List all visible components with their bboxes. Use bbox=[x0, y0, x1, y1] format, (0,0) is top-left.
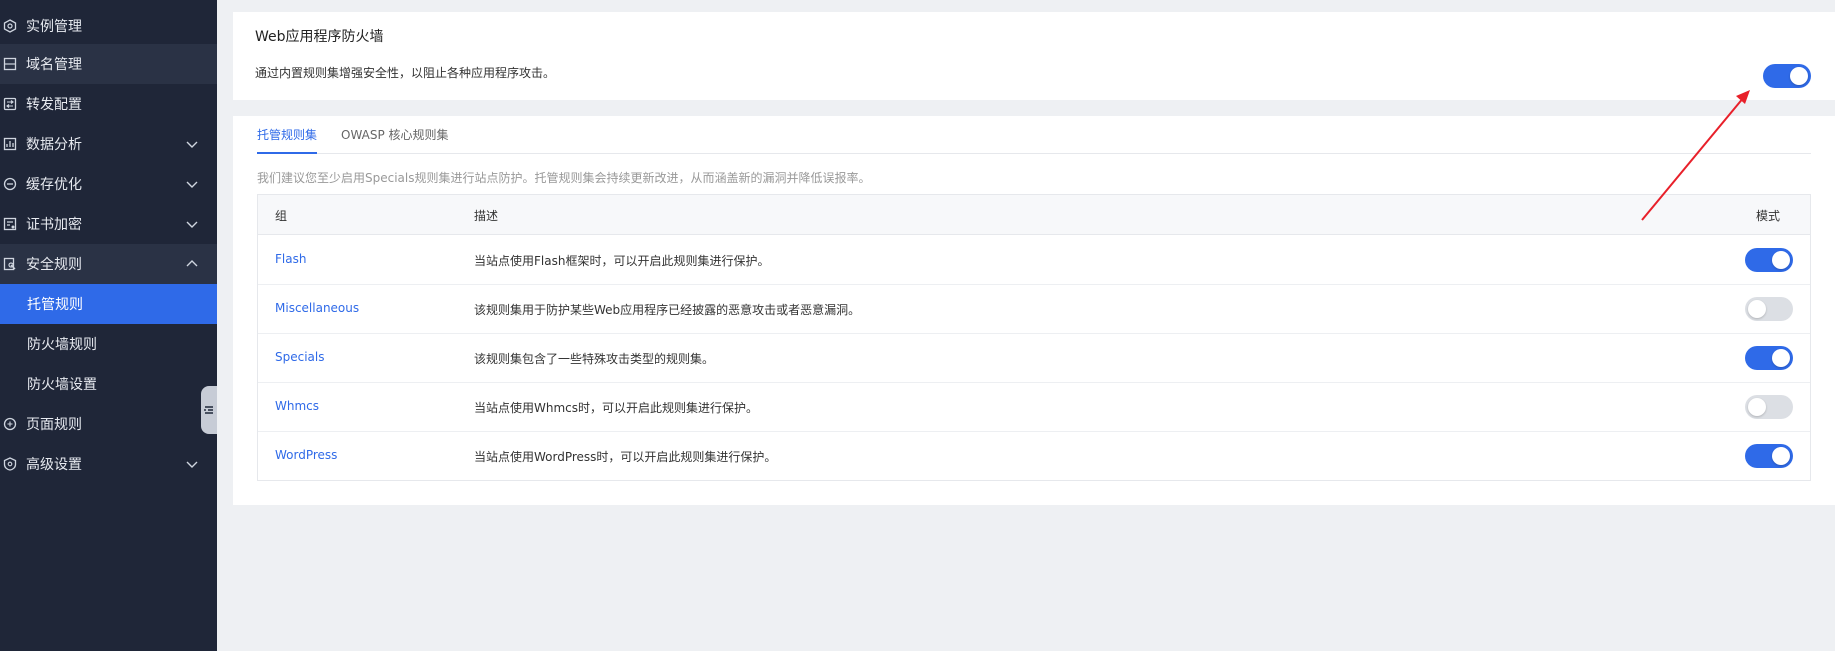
sidebar-item-label: 实例管理 bbox=[26, 19, 82, 35]
table-row: Miscellaneous 该规则集用于防护某些Web应用程序已经披露的恶意攻击… bbox=[258, 285, 1810, 334]
row-mode-toggle[interactable] bbox=[1745, 395, 1793, 419]
tab-managed-rulesets[interactable]: 托管规则集 bbox=[257, 126, 318, 154]
security-icon bbox=[3, 257, 17, 271]
sidebar-item-instance[interactable]: 实例管理 bbox=[0, 6, 217, 46]
sidebar-item-label: 数据分析 bbox=[26, 137, 82, 153]
sidebar-item-label: 防火墙设置 bbox=[27, 377, 97, 393]
column-header-mode: 模式 bbox=[1755, 209, 1780, 223]
forward-icon bbox=[3, 97, 17, 111]
chevron-down-icon bbox=[185, 177, 199, 191]
sidebar-item-label: 页面规则 bbox=[26, 417, 82, 433]
sidebar-item-advanced[interactable]: 高级设置 bbox=[0, 444, 217, 484]
row-mode-toggle[interactable] bbox=[1745, 248, 1793, 272]
row-description: 当站点使用Flash框架时，可以开启此规则集进行保护。 bbox=[474, 254, 770, 268]
sidebar-item-analytics[interactable]: 数据分析 bbox=[0, 124, 217, 164]
menu-fold-icon bbox=[203, 401, 215, 420]
toggle-knob bbox=[1790, 67, 1808, 85]
managed-rules-card: 托管规则集 OWASP 核心规则集 我们建议您至少启用Specials规则集进行… bbox=[233, 116, 1835, 505]
row-description: 当站点使用Whmcs时，可以开启此规则集进行保护。 bbox=[474, 401, 759, 415]
toggle-knob bbox=[1772, 349, 1790, 367]
ruleset-table: 组 描述 模式 Flash 当站点使用Flash框架时，可以开启此规则集进行保护… bbox=[257, 194, 1811, 481]
sidebar-subitem-firewall-rules[interactable]: 防火墙规则 bbox=[0, 324, 217, 364]
instance-icon bbox=[3, 19, 17, 33]
row-description: 该规则集用于防护某些Web应用程序已经披露的恶意攻击或者恶意漏洞。 bbox=[474, 303, 861, 317]
table-row: Whmcs 当站点使用Whmcs时，可以开启此规则集进行保护。 bbox=[258, 383, 1810, 432]
cache-icon bbox=[3, 177, 17, 191]
sidebar-item-label: 域名管理 bbox=[26, 57, 82, 73]
row-group-link[interactable]: Whmcs bbox=[275, 399, 319, 413]
sidebar-item-label: 安全规则 bbox=[26, 257, 82, 273]
tab-owasp-core-ruleset[interactable]: OWASP 核心规则集 bbox=[341, 126, 449, 154]
chevron-down-icon bbox=[185, 137, 199, 151]
toggle-knob bbox=[1748, 300, 1766, 318]
waf-toggle[interactable] bbox=[1763, 64, 1811, 88]
sidebar-item-cache[interactable]: 缓存优化 bbox=[0, 164, 217, 204]
sidebar-item-certificate[interactable]: 证书加密 bbox=[0, 204, 217, 244]
table-row: WordPress 当站点使用WordPress时，可以开启此规则集进行保护。 bbox=[258, 432, 1810, 481]
row-group-link[interactable]: Flash bbox=[275, 252, 306, 266]
row-group-link[interactable]: WordPress bbox=[275, 448, 337, 462]
sidebar-item-label: 托管规则 bbox=[27, 297, 83, 313]
table-row: Flash 当站点使用Flash框架时，可以开启此规则集进行保护。 bbox=[258, 236, 1810, 285]
toggle-knob bbox=[1772, 447, 1790, 465]
waf-title: Web应用程序防火墙 bbox=[255, 29, 384, 45]
toggle-knob bbox=[1748, 398, 1766, 416]
row-description: 当站点使用WordPress时，可以开启此规则集进行保护。 bbox=[474, 450, 777, 464]
advanced-icon bbox=[3, 457, 17, 471]
sidebar-item-forward[interactable]: 转发配置 bbox=[0, 84, 217, 124]
sidebar-subitem-firewall-settings[interactable]: 防火墙设置 bbox=[0, 364, 217, 404]
rule-tabs: 托管规则集 OWASP 核心规则集 bbox=[257, 116, 1811, 154]
domain-icon bbox=[3, 57, 17, 71]
table-header: 组 描述 模式 bbox=[258, 195, 1810, 235]
recommendation-hint: 我们建议您至少启用Specials规则集进行站点防护。托管规则集会持续更新改进，… bbox=[257, 171, 871, 185]
toggle-knob bbox=[1772, 251, 1790, 269]
row-group-link[interactable]: Miscellaneous bbox=[275, 301, 359, 315]
chevron-down-icon bbox=[185, 217, 199, 231]
sidebar: 实例管理 域名管理 转发配置 数据分析 缓存优化 证书加密 安全规则 托管规则 … bbox=[0, 0, 217, 651]
sidebar-item-page-rules[interactable]: 页面规则 bbox=[0, 404, 217, 444]
row-mode-toggle[interactable] bbox=[1745, 444, 1793, 468]
table-row: Specials 该规则集包含了一些特殊攻击类型的规则集。 bbox=[258, 334, 1810, 383]
column-header-description: 描述 bbox=[474, 209, 499, 223]
row-mode-toggle[interactable] bbox=[1745, 297, 1793, 321]
sidebar-item-security[interactable]: 安全规则 bbox=[0, 244, 217, 284]
sidebar-collapse-handle[interactable] bbox=[201, 386, 217, 434]
waf-description: 通过内置规则集增强安全性，以阻止各种应用程序攻击。 bbox=[255, 66, 556, 80]
chevron-up-icon bbox=[185, 257, 199, 271]
chart-icon bbox=[3, 137, 17, 151]
column-header-group: 组 bbox=[275, 209, 288, 223]
sidebar-item-label: 证书加密 bbox=[26, 217, 82, 233]
row-group-link[interactable]: Specials bbox=[275, 350, 325, 364]
row-mode-toggle[interactable] bbox=[1745, 346, 1793, 370]
sidebar-item-label: 缓存优化 bbox=[26, 177, 82, 193]
sidebar-subitem-managed-rules[interactable]: 托管规则 bbox=[0, 284, 217, 324]
waf-card: Web应用程序防火墙 通过内置规则集增强安全性，以阻止各种应用程序攻击。 bbox=[233, 12, 1835, 100]
sidebar-item-label: 高级设置 bbox=[26, 457, 82, 473]
sidebar-item-label: 转发配置 bbox=[26, 97, 82, 113]
chevron-down-icon bbox=[185, 457, 199, 471]
row-description: 该规则集包含了一些特殊攻击类型的规则集。 bbox=[474, 352, 715, 366]
sidebar-item-label: 防火墙规则 bbox=[27, 337, 97, 353]
page-rule-icon bbox=[3, 417, 17, 431]
certificate-icon bbox=[3, 217, 17, 231]
sidebar-item-domain[interactable]: 域名管理 bbox=[0, 44, 217, 84]
